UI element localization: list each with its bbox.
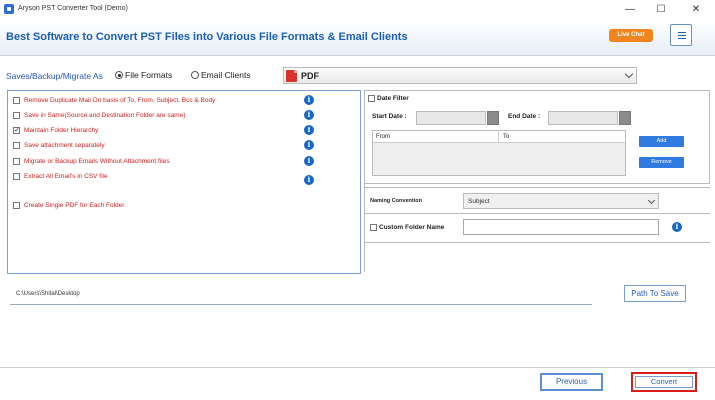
menu-button[interactable] bbox=[670, 24, 692, 46]
pdf-file-icon bbox=[286, 70, 297, 82]
date-range-table[interactable]: From To bbox=[372, 130, 626, 176]
maximize-button[interactable]: ☐ bbox=[650, 2, 672, 18]
calendar-icon[interactable] bbox=[487, 111, 499, 125]
live-chat-button[interactable]: Live Chat bbox=[609, 29, 653, 42]
start-date-label: Start Date : bbox=[372, 113, 407, 120]
start-date-input[interactable] bbox=[416, 111, 486, 125]
convert-button[interactable]: Convert bbox=[631, 372, 697, 392]
add-button[interactable]: Add bbox=[639, 136, 684, 147]
file-formats-radio[interactable] bbox=[115, 71, 123, 79]
custom-folder-label: Custom Folder Name bbox=[379, 224, 445, 231]
window-title: Aryson PST Converter Tool (Demo) bbox=[18, 5, 128, 12]
close-button[interactable]: ✕ bbox=[685, 2, 707, 18]
divider bbox=[364, 213, 710, 214]
divider bbox=[364, 242, 710, 243]
divider bbox=[364, 187, 710, 188]
previous-button[interactable]: Previous bbox=[540, 373, 603, 391]
option-label-extract-csv: Extract All Email's in CSV file bbox=[24, 173, 108, 180]
option-label-save-in-same: Save in Same(Source and Destination Fold… bbox=[24, 112, 186, 119]
minimize-button[interactable]: — bbox=[619, 2, 641, 18]
path-to-save-button[interactable]: Path To Save bbox=[624, 285, 686, 302]
email-clients-radio[interactable] bbox=[191, 71, 199, 79]
column-header-from: From bbox=[376, 134, 390, 140]
footer-divider bbox=[0, 367, 715, 368]
date-range-table-header: From To bbox=[373, 131, 625, 143]
option-checkbox-single-pdf[interactable] bbox=[13, 202, 20, 209]
option-label-save-attachment: Save attachment separately bbox=[24, 142, 105, 149]
file-formats-label[interactable]: File Formats bbox=[125, 70, 172, 80]
info-icon[interactable]: i bbox=[304, 110, 314, 120]
destination-path-field[interactable]: C:\Users\Shital\Desktop bbox=[10, 285, 592, 305]
option-label-maintain-hierarchy: Maintain Folder Hierarchy bbox=[24, 127, 99, 134]
custom-folder-input[interactable] bbox=[463, 219, 659, 235]
title-bar: Aryson PST Converter Tool (Demo) — ☐ ✕ bbox=[0, 0, 715, 20]
chevron-down-icon bbox=[647, 196, 656, 205]
info-icon[interactable]: i bbox=[304, 140, 314, 150]
naming-convention-value: Subject bbox=[468, 198, 490, 205]
save-as-label: Saves/Backup/Migrate As bbox=[6, 71, 103, 81]
end-date-input[interactable] bbox=[548, 111, 618, 125]
custom-folder-checkbox[interactable] bbox=[370, 224, 377, 231]
option-label-without-attachment: Migrate or Backup Emails Without Attachm… bbox=[24, 158, 170, 165]
format-select[interactable]: PDF bbox=[283, 67, 637, 84]
option-checkbox-extract-csv[interactable] bbox=[13, 173, 20, 180]
option-label-remove-duplicate: Remove Duplicate Mail On basis of To, Fr… bbox=[24, 97, 216, 104]
destination-path-value: C:\Users\Shital\Desktop bbox=[16, 291, 80, 297]
end-date-label: End Date : bbox=[508, 113, 541, 120]
column-header-to: To bbox=[503, 134, 510, 140]
chevron-down-icon bbox=[624, 69, 634, 79]
convert-button-label: Convert bbox=[635, 376, 693, 388]
option-checkbox-without-attachment[interactable] bbox=[13, 158, 20, 165]
email-clients-label[interactable]: Email Clients bbox=[201, 70, 251, 80]
date-filter-checkbox[interactable] bbox=[368, 95, 375, 102]
naming-convention-select[interactable]: Subject bbox=[463, 193, 659, 209]
info-icon[interactable]: i bbox=[304, 95, 314, 105]
info-icon[interactable]: i bbox=[304, 125, 314, 135]
option-checkbox-maintain-hierarchy[interactable] bbox=[13, 126, 20, 134]
option-checkbox-remove-duplicate[interactable] bbox=[13, 97, 20, 104]
remove-button[interactable]: Remove bbox=[639, 157, 684, 168]
header-title: Best Software to Convert PST Files into … bbox=[6, 31, 408, 43]
app-logo-icon bbox=[4, 4, 14, 14]
option-checkbox-save-attachment[interactable] bbox=[13, 142, 20, 149]
option-label-single-pdf: Create Single PDF for Each Folder bbox=[24, 202, 125, 209]
info-icon[interactable]: i bbox=[672, 222, 682, 232]
option-checkbox-save-in-same[interactable] bbox=[13, 112, 20, 119]
calendar-icon[interactable] bbox=[619, 111, 631, 125]
date-filter-label: Date Filter bbox=[377, 95, 409, 102]
format-value: PDF bbox=[301, 71, 319, 81]
column-divider bbox=[498, 131, 499, 143]
info-icon[interactable]: i bbox=[304, 175, 314, 185]
app-header: Best Software to Convert PST Files into … bbox=[0, 20, 715, 56]
info-icon[interactable]: i bbox=[304, 156, 314, 166]
naming-convention-label: Naming Convention bbox=[370, 198, 422, 204]
